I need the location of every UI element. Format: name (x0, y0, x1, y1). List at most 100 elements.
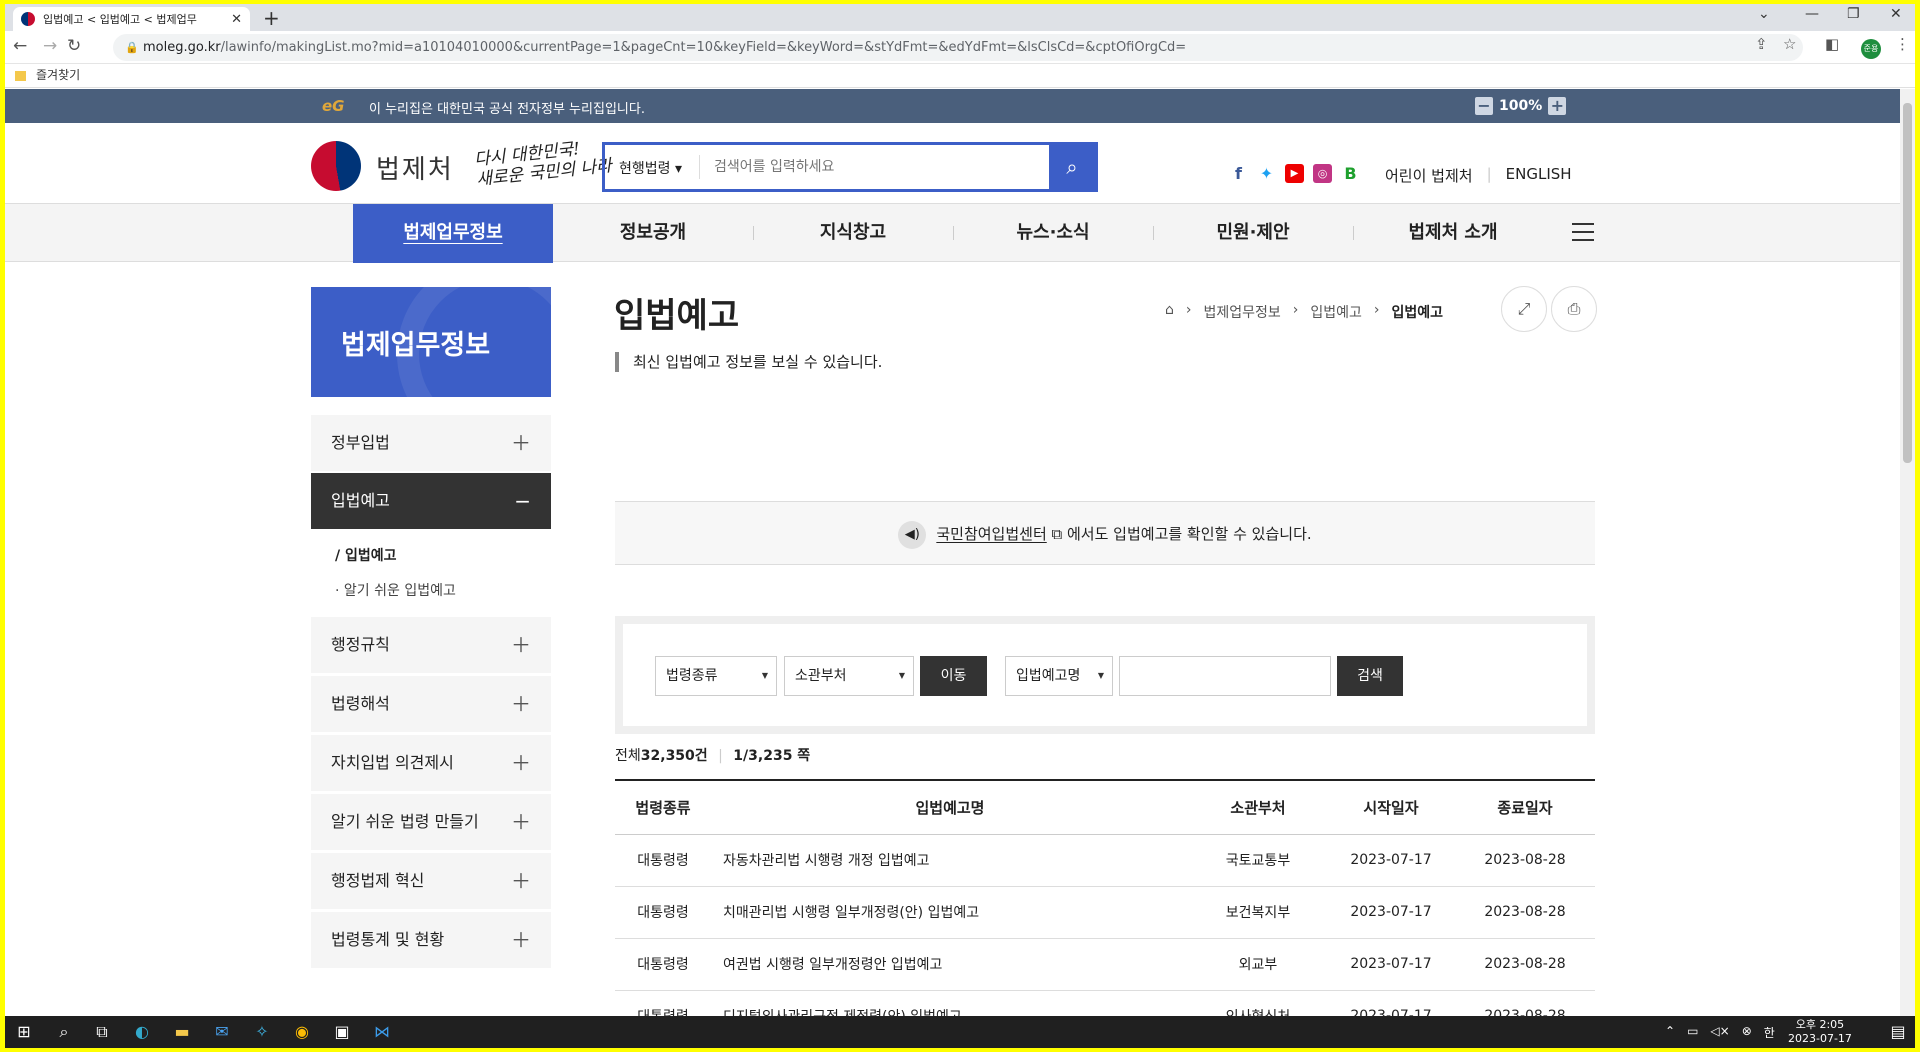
go-button[interactable]: 이동 (920, 656, 987, 696)
gnb-item-info-disclosure[interactable]: 정보공개 (553, 204, 753, 263)
lnb-item-admin-rules[interactable]: 행정규칙 ＋ (311, 617, 551, 673)
header-links: 어린이 법제처 | ENGLISH (1385, 165, 1572, 186)
notice-title-link[interactable]: 여권법 시행령 일부개정령안 입법예고 (711, 938, 1189, 991)
notice-title-link[interactable]: 디지털의사관리규정 제정령(안) 입법예고 (711, 990, 1189, 1016)
file-explorer-icon[interactable]: ▬ (171, 1022, 193, 1042)
lnb-sub-legislative-notice[interactable]: / 입법예고 (335, 545, 397, 565)
table-row[interactable]: 대통령령 자동차관리법 시행령 개정 입법예고 국토교통부 2023-07-17 202… (615, 834, 1595, 887)
share-page-icon[interactable]: ⇪ (1755, 35, 1768, 53)
filter-search-button[interactable]: 검색 (1337, 656, 1403, 696)
search-input[interactable] (700, 145, 1049, 189)
browser-tab[interactable]: 입법예고 < 입법예고 < 법제업무 ✕ (13, 7, 250, 31)
hamburger-menu-icon[interactable] (1572, 223, 1594, 241)
gnb-item-legal-info[interactable]: 법제업무정보 (353, 204, 553, 263)
edge-icon[interactable]: ◐ (131, 1022, 153, 1042)
english-link[interactable]: ENGLISH (1506, 165, 1572, 186)
zoom-control: − 100% + (1475, 97, 1567, 115)
print-icon[interactable]: ⎙ (1551, 286, 1597, 332)
folder-icon (15, 70, 26, 81)
menu-kebab-icon[interactable]: ⋮ (1895, 35, 1910, 53)
taegeuk-logo-icon[interactable] (311, 141, 361, 191)
forward-arrow-icon[interactable]: → (43, 36, 57, 56)
law-type-select[interactable]: 법령종류 (655, 656, 777, 696)
zoom-level: 100% (1499, 98, 1543, 114)
taskbar-clock[interactable]: 오후 2:05 2023-07-17 (1788, 1018, 1852, 1046)
notification-icon[interactable]: ▤ (1887, 1022, 1909, 1042)
search-icon[interactable]: ⌕ (53, 1022, 75, 1042)
page-scrollbar[interactable] (1900, 89, 1915, 1016)
column-header: 소관부처 (1189, 779, 1327, 835)
breadcrumb-item[interactable]: 법제업무정보 (1204, 302, 1281, 322)
scrollbar-thumb[interactable] (1903, 103, 1912, 463)
volume-muted-icon[interactable]: ◁× (1710, 1024, 1729, 1041)
site-logo-text[interactable]: 법제처 (376, 149, 454, 186)
breadcrumb-item[interactable]: 입법예고 (1310, 302, 1362, 322)
ministry-select[interactable]: 소관부처 (784, 656, 914, 696)
search-button[interactable]: ⌕ (1049, 145, 1095, 189)
app-tray-icon[interactable]: ⊗ (1742, 1024, 1752, 1041)
twitter-icon[interactable]: ✦ (1257, 164, 1276, 183)
zoom-out-button[interactable]: − (1475, 97, 1493, 115)
chevron-up-icon[interactable]: ⌃ (1665, 1024, 1675, 1041)
minimize-button[interactable]: — (1805, 6, 1819, 22)
mail-icon[interactable]: ✉ (211, 1022, 233, 1042)
participation-center-link[interactable]: 국민참여입법센터 (936, 525, 1046, 543)
lnb-item-gov-legislation[interactable]: 정부입법 ＋ (311, 415, 551, 471)
search-scope-select[interactable]: 현행법령 ▾ (605, 155, 700, 179)
close-tab-icon[interactable]: ✕ (231, 12, 242, 27)
back-arrow-icon[interactable]: ← (13, 36, 27, 56)
app-icon[interactable]: ✧ (251, 1022, 273, 1042)
lnb-item-statistics[interactable]: 법령통계 및 현황 ＋ (311, 912, 551, 968)
gnb-item-news[interactable]: 뉴스·소식 (953, 204, 1153, 263)
gnb-item-knowledge[interactable]: 지식창고 (753, 204, 953, 263)
lnb-sub-easy-notice[interactable]: · 알기 쉬운 입법예고 (335, 580, 456, 600)
gnb-item-about[interactable]: 법제처 소개 (1353, 204, 1553, 263)
share-icon[interactable]: ⤢ (1501, 286, 1547, 332)
bookmark-folder[interactable]: 즐겨찾기 (36, 68, 80, 82)
window-app-icon[interactable]: ▣ (331, 1022, 353, 1042)
slogan: 다시 대한민국! 새로운 국민의 나라 (473, 136, 612, 190)
filter-box: 법령종류 소관부처 이동 입법예고명 검색 (615, 616, 1595, 734)
speaker-icon: ◀) (898, 520, 927, 549)
lnb-item-interpretation[interactable]: 법령해석 ＋ (311, 676, 551, 732)
ime-icon[interactable]: 한 (1764, 1024, 1775, 1041)
chrome-icon[interactable]: ◉ (291, 1022, 313, 1042)
restore-button[interactable]: ❐ (1847, 6, 1860, 22)
table-row[interactable]: 대통령령 치매관리법 시행령 일부개정령(안) 입법예고 보건복지부 2023-07-… (615, 886, 1595, 939)
lnb-item-local-legislation[interactable]: 자치입법 의견제시 ＋ (311, 735, 551, 791)
lnb-item-legislative-notice[interactable]: 입법예고 − (311, 473, 551, 529)
url-field[interactable]: 🔒 moleg.go.kr/lawinfo/makingList.mo?mid=… (113, 34, 1803, 61)
minus-icon: − (514, 489, 531, 513)
instagram-icon[interactable]: ◎ (1313, 164, 1332, 183)
side-panel-icon[interactable]: ◧ (1825, 35, 1839, 53)
new-tab-button[interactable]: + (263, 6, 280, 30)
notice-title-link[interactable]: 치매관리법 시행령 일부개정령(안) 입법예고 (711, 886, 1189, 939)
reload-icon[interactable]: ↻ (67, 36, 81, 56)
keyword-input[interactable] (1119, 656, 1331, 696)
lnb-item-innovation[interactable]: 행정법제 혁신 ＋ (311, 853, 551, 909)
notice-text: 에서도 입법예고를 확인할 수 있습니다. (1067, 525, 1312, 543)
network-icon[interactable]: ▭ (1687, 1024, 1698, 1041)
table-row[interactable]: 대통령령디지털의사관리규정 제정령(안) 입법예고인사혁신처2023-07-17… (615, 990, 1595, 1016)
bookmark-star-icon[interactable]: ☆ (1783, 35, 1796, 53)
task-view-icon[interactable]: ⧉ (91, 1022, 113, 1042)
notice-title-link[interactable]: 자동차관리법 시행령 개정 입법예고 (711, 834, 1189, 887)
tab-search-icon[interactable]: ⌄ (1758, 6, 1770, 22)
zoom-in-button[interactable]: + (1548, 97, 1567, 115)
facebook-icon[interactable]: f (1229, 164, 1248, 183)
kids-link[interactable]: 어린이 법제처 (1385, 165, 1473, 186)
close-window-button[interactable]: ✕ (1890, 6, 1902, 22)
lock-icon: 🔒 (125, 41, 139, 54)
table-row[interactable]: 대통령령 여권법 시행령 일부개정령안 입법예고 외교부 2023-07-17 2023… (615, 938, 1595, 991)
youtube-icon[interactable]: ▶ (1285, 164, 1304, 183)
blog-icon[interactable]: B (1341, 164, 1360, 183)
home-icon[interactable]: ⌂ (1165, 302, 1174, 322)
windows-start-icon[interactable]: ⊞ (13, 1022, 35, 1042)
field-select[interactable]: 입법예고명 (1005, 656, 1113, 696)
lnb-item-easy-laws[interactable]: 알기 쉬운 법령 만들기 ＋ (311, 794, 551, 850)
windows-taskbar: ⊞ ⌕ ⧉ ◐ ▬ ✉ ✧ ◉ ▣ ⋈ ⌃ ▭ ◁× ⊗ 한 오후 2:05 20… (5, 1016, 1915, 1048)
url-host: moleg.go.kr (143, 40, 221, 55)
gnb-item-petition[interactable]: 민원·제안 (1153, 204, 1353, 263)
profile-avatar[interactable]: 준용 (1861, 39, 1881, 59)
vscode-icon[interactable]: ⋈ (371, 1022, 393, 1042)
